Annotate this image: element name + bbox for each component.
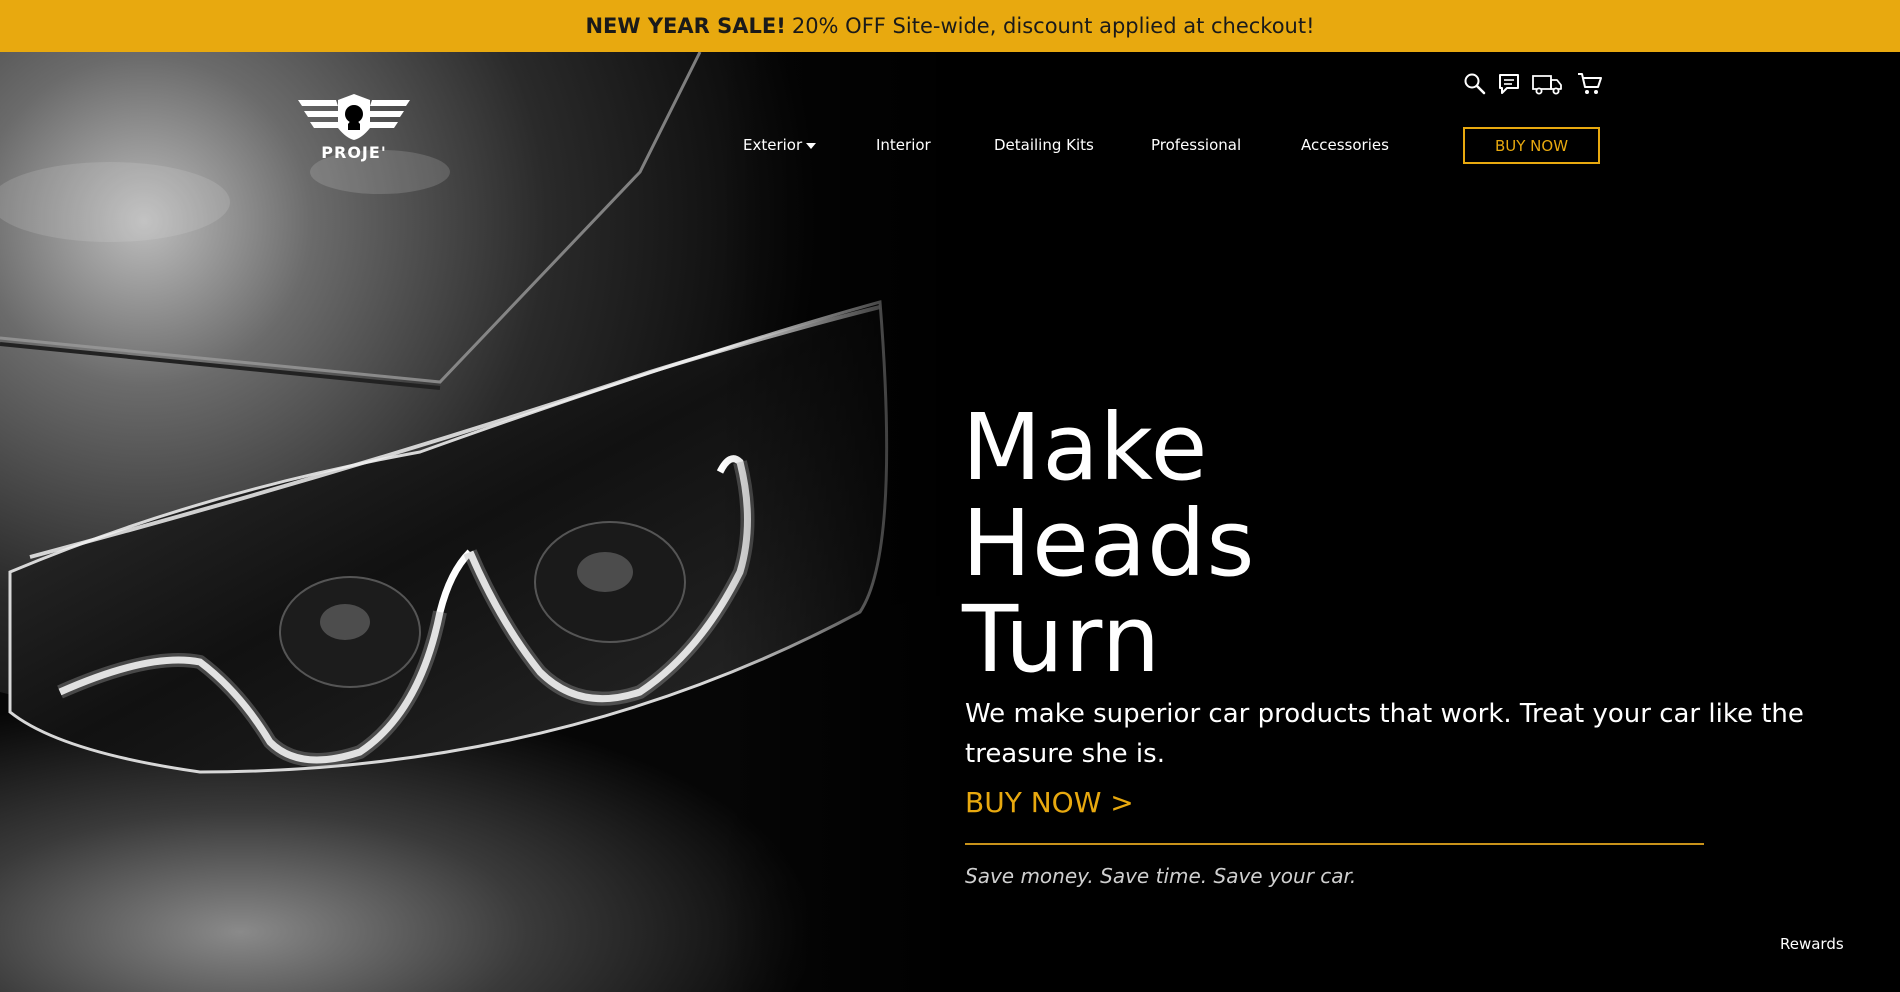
nav-item-label: Interior [876,136,931,154]
proje-logo[interactable]: PROJE' [296,94,412,164]
headline-line: Turn [962,586,1162,693]
headline-line: Make [962,394,1209,501]
hero-buy-now-link[interactable]: BUY NOW > [965,786,1134,819]
hero-headline: Make Heads Turn [962,400,1256,688]
truck-icon[interactable] [1530,70,1564,98]
promo-bold: NEW YEAR SALE! [585,14,786,38]
rewards-button[interactable]: Rewards [1780,935,1844,953]
cart-icon[interactable] [1576,70,1604,98]
nav-item-detailing-kits[interactable]: Detailing Kits [994,136,1094,154]
nav-item-accessories[interactable]: Accessories [1301,136,1389,154]
hero-subtext: We make superior car products that work.… [965,699,1804,769]
logo-text: PROJE' [321,143,386,162]
nav-item-interior[interactable]: Interior [876,136,931,154]
promo-text: 20% OFF Site-wide, discount applied at c… [791,14,1315,38]
nav-item-label: Professional [1151,136,1242,154]
cta-underline [965,843,1704,845]
nav-item-exterior[interactable]: Exterior [743,136,817,154]
nav-item-label: Exterior [743,136,803,154]
chat-icon[interactable] [1496,70,1522,98]
hero-tagline: Save money. Save time. Save your car. [965,864,1357,888]
search-icon[interactable] [1462,70,1488,98]
promo-banner: NEW YEAR SALE! 20% OFF Site-wide, discou… [0,0,1900,52]
nav-buy-now-button[interactable]: BUY NOW [1463,127,1600,164]
hero-car-headlight-image [0,52,960,992]
nav-item-label: Accessories [1301,136,1389,154]
nav-item-professional[interactable]: Professional [1151,136,1241,154]
headline-line: Heads [962,490,1256,597]
nav-item-label: Detailing Kits [994,136,1094,154]
chevron-down-icon [806,142,817,149]
